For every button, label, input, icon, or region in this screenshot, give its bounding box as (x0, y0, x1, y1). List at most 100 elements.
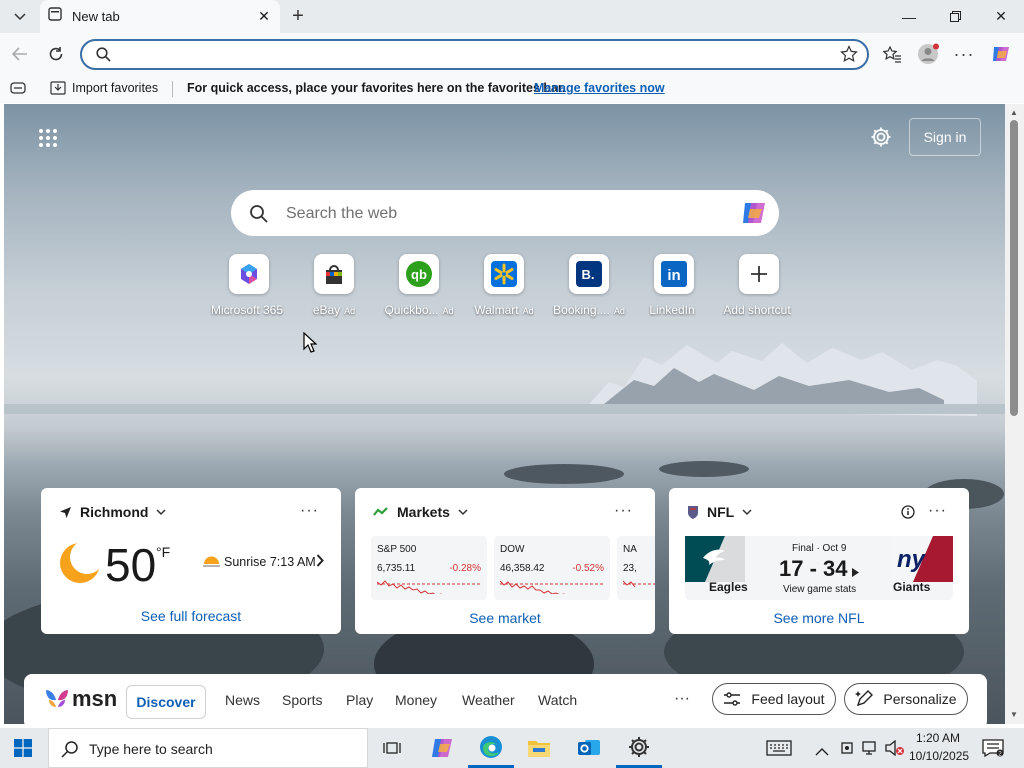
tab-new-tab[interactable]: New tab ✕ (40, 0, 280, 33)
tray-app-icon[interactable] (840, 741, 854, 760)
network-icon[interactable] (862, 740, 880, 761)
settings-more-icon[interactable]: ··· (951, 41, 977, 67)
market-change: -0.52% (572, 563, 604, 574)
copilot-taskbar-button[interactable] (420, 728, 466, 768)
tab-news[interactable]: News (225, 692, 260, 708)
see-full-forecast-link[interactable]: See full forecast (41, 608, 341, 624)
page-scrollbar[interactable]: ▲ ▼ (1005, 104, 1024, 724)
feed-layout-button[interactable]: Feed layout (712, 683, 836, 715)
gear-icon (629, 736, 649, 757)
shortcut-ebay[interactable]: eBay Ad (294, 254, 374, 317)
close-window-button[interactable]: ✕ (978, 0, 1024, 33)
nfl-more-icon[interactable]: ··· (928, 502, 947, 520)
info-icon[interactable] (901, 505, 915, 524)
import-favorites-button[interactable]: Import favorites (72, 81, 158, 95)
shortcut-walmart[interactable]: Walmart Ad (464, 254, 544, 317)
ebay-icon (314, 254, 354, 294)
scroll-down-icon[interactable]: ▼ (1010, 710, 1018, 719)
address-bar[interactable] (80, 39, 869, 70)
tab-sports[interactable]: Sports (282, 692, 322, 708)
favorite-star-icon[interactable] (840, 45, 858, 68)
market-item[interactable]: NA 23, (617, 536, 655, 600)
tab-list-chevron-icon[interactable] (8, 8, 32, 26)
shortcut-microsoft-365[interactable]: Microsoft 365 (209, 254, 289, 317)
more-tabs-button[interactable]: ··· (674, 690, 690, 708)
outlook-button[interactable] (566, 728, 612, 768)
shortcut-label: eBay Ad (294, 303, 374, 317)
market-item[interactable]: DOW 46,358.42 -0.52% (494, 536, 610, 600)
page-settings-gear-icon[interactable] (870, 126, 892, 153)
game-score-panel[interactable]: Eagles Final · Oct 9 17 - 34 View game s… (685, 536, 953, 600)
chevron-right-icon[interactable] (316, 554, 324, 572)
msn-feed-bar: msn Discover News Sports Play Money Weat… (24, 674, 987, 724)
shortcut-name: eBay (312, 303, 341, 317)
scroll-up-icon[interactable]: ▲ (1010, 108, 1018, 117)
apps-launcher-icon[interactable] (38, 128, 58, 153)
keyboard-icon[interactable] (766, 740, 792, 761)
file-explorer-button[interactable] (516, 728, 562, 768)
new-tab-button[interactable]: + (286, 5, 310, 27)
divider (172, 81, 173, 97)
nfl-header[interactable]: NFL (687, 504, 752, 520)
sign-in-button[interactable]: Sign in (909, 118, 981, 156)
market-change: -0.28% (449, 563, 481, 574)
msn-logo[interactable]: msn (44, 686, 117, 712)
shortcut-name: Walmart (474, 303, 519, 317)
shortcut-label: LinkedIn (634, 303, 714, 317)
notifications-icon[interactable]: 2 (982, 739, 1004, 762)
taskbar-search-input[interactable]: Type here to search (89, 741, 213, 757)
tab-discover[interactable]: Discover (126, 685, 206, 719)
manage-favorites-link[interactable]: Manage favorites now (534, 81, 665, 95)
tab-watch[interactable]: Watch (538, 692, 577, 708)
shortcut-plus[interactable]: Add shortcut (719, 254, 799, 317)
web-search-box[interactable]: Search the web (231, 190, 779, 236)
restore-button[interactable] (932, 0, 978, 33)
back-arrow-icon[interactable] (7, 41, 33, 67)
mouse-cursor-icon (303, 331, 318, 358)
reading-view-icon[interactable] (10, 81, 26, 98)
copilot-icon[interactable] (988, 41, 1014, 67)
favorites-icon[interactable] (879, 41, 905, 67)
personalize-button[interactable]: Personalize (844, 683, 968, 715)
away-team-name: Giants (893, 580, 931, 594)
minimize-button[interactable]: — (886, 0, 932, 33)
show-hidden-icons-chevron[interactable] (815, 743, 829, 761)
clock-date[interactable]: 10/10/2025 (909, 749, 969, 763)
shortcut-linkedin[interactable]: in LinkedIn (634, 254, 714, 317)
weather-more-icon[interactable]: ··· (300, 502, 319, 520)
copilot-icon[interactable] (739, 198, 769, 233)
scrollbar-thumb[interactable] (1010, 120, 1018, 416)
settings-taskbar-button[interactable] (616, 728, 662, 768)
see-more-nfl-link[interactable]: See more NFL (669, 610, 969, 626)
close-tab-icon[interactable]: ✕ (254, 8, 274, 25)
markets-more-icon[interactable]: ··· (614, 502, 633, 520)
task-view-button[interactable] (369, 728, 415, 768)
tab-weather[interactable]: Weather (462, 692, 515, 708)
volume-muted-icon[interactable] (885, 739, 905, 761)
temperature: 50 (105, 539, 157, 591)
taskbar-search-box[interactable]: Type here to search (48, 728, 368, 768)
clock-time[interactable]: 1:20 AM (916, 731, 960, 745)
shortcut-label: Walmart Ad (464, 303, 544, 317)
edge-taskbar-button[interactable] (468, 728, 514, 768)
tab-page-icon (48, 7, 62, 26)
feed-layout-label: Feed layout (751, 691, 825, 707)
search-input[interactable]: Search the web (286, 205, 397, 223)
tab-play[interactable]: Play (346, 692, 373, 708)
refresh-icon[interactable] (43, 41, 69, 67)
market-item[interactable]: S&P 500 6,735.11 -0.28% (371, 536, 487, 600)
shortcut-quickbooks[interactable]: qb Quickbo... Ad (379, 254, 459, 317)
search-icon (249, 204, 268, 228)
view-game-stats-link[interactable]: View game stats (783, 584, 856, 595)
shortcut-booking[interactable]: B. Booking.... Ad (549, 254, 629, 317)
start-button[interactable] (0, 728, 46, 768)
weather-location[interactable]: Richmond (59, 504, 166, 520)
markets-title: Markets (397, 504, 450, 520)
market-sparkline (377, 580, 481, 594)
market-value: 46,358.42 (500, 563, 545, 574)
profile-avatar[interactable] (915, 41, 941, 67)
markets-header[interactable]: Markets (373, 504, 468, 520)
import-favorites-icon[interactable] (50, 81, 66, 98)
tab-money[interactable]: Money (395, 692, 437, 708)
see-market-link[interactable]: See market (355, 610, 655, 626)
